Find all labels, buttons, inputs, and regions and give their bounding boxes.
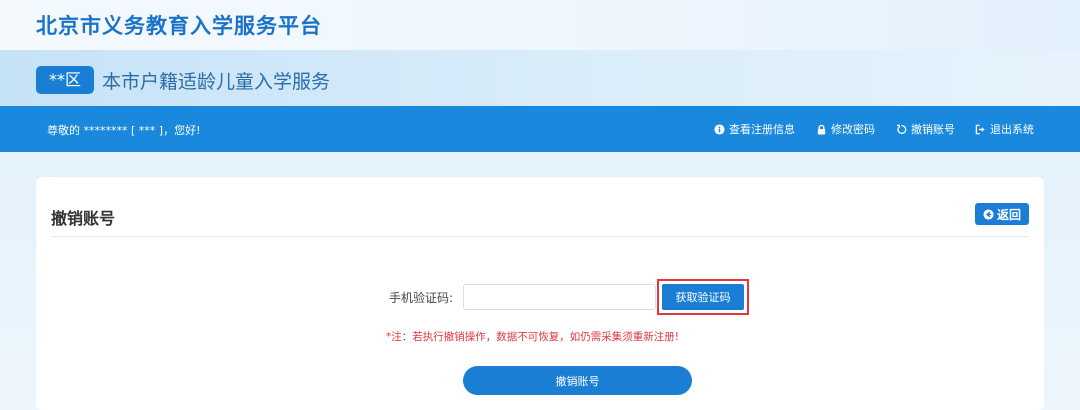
nav-label: 退出系统: [990, 123, 1034, 136]
nav-label: 修改密码: [831, 123, 875, 136]
platform-title: 北京市义务教育入学服务平台: [36, 14, 322, 38]
cancel-account-card: 撤销账号 返回 手机验证码: 获取验证码 *注：若执行撤销操作，数据不可恢复，如…: [36, 177, 1044, 410]
get-code-button[interactable]: 获取验证码: [662, 284, 744, 310]
nav-change-password[interactable]: 修改密码: [816, 121, 875, 137]
service-title: 本市户籍适龄儿童入学服务: [102, 71, 331, 93]
sms-code-input[interactable]: [463, 284, 656, 310]
nav-view-registration[interactable]: 查看注册信息: [714, 121, 795, 137]
navbar: 尊敬的 ******** [ *** ]，您好! 查看注册信息 修改密码 撤销账…: [0, 106, 1080, 152]
district-badge: **区: [36, 66, 94, 94]
warning-note: *注：若执行撤销操作，数据不可恢复，如仍需采集须重新注册!: [386, 331, 679, 343]
nav-logout[interactable]: 退出系统: [975, 121, 1034, 137]
back-button[interactable]: 返回: [975, 203, 1029, 225]
nav-label: 撤销账号: [911, 123, 955, 136]
lock-icon: [817, 124, 826, 135]
logout-icon: [975, 124, 985, 134]
undo-icon: [897, 124, 907, 134]
nav-label: 查看注册信息: [729, 123, 795, 136]
nav-cancel-account[interactable]: 撤销账号: [896, 121, 955, 137]
cancel-account-button[interactable]: 撤销账号: [463, 366, 692, 395]
sms-code-label: 手机验证码:: [389, 291, 454, 305]
back-label: 返回: [996, 207, 1021, 222]
user-greeting: 尊敬的 ******** [ *** ]，您好!: [47, 124, 201, 137]
arrow-left-icon: [983, 208, 994, 220]
info-icon: [714, 123, 725, 135]
card-title: 撤销账号: [51, 209, 116, 228]
card-divider: [51, 236, 1028, 237]
